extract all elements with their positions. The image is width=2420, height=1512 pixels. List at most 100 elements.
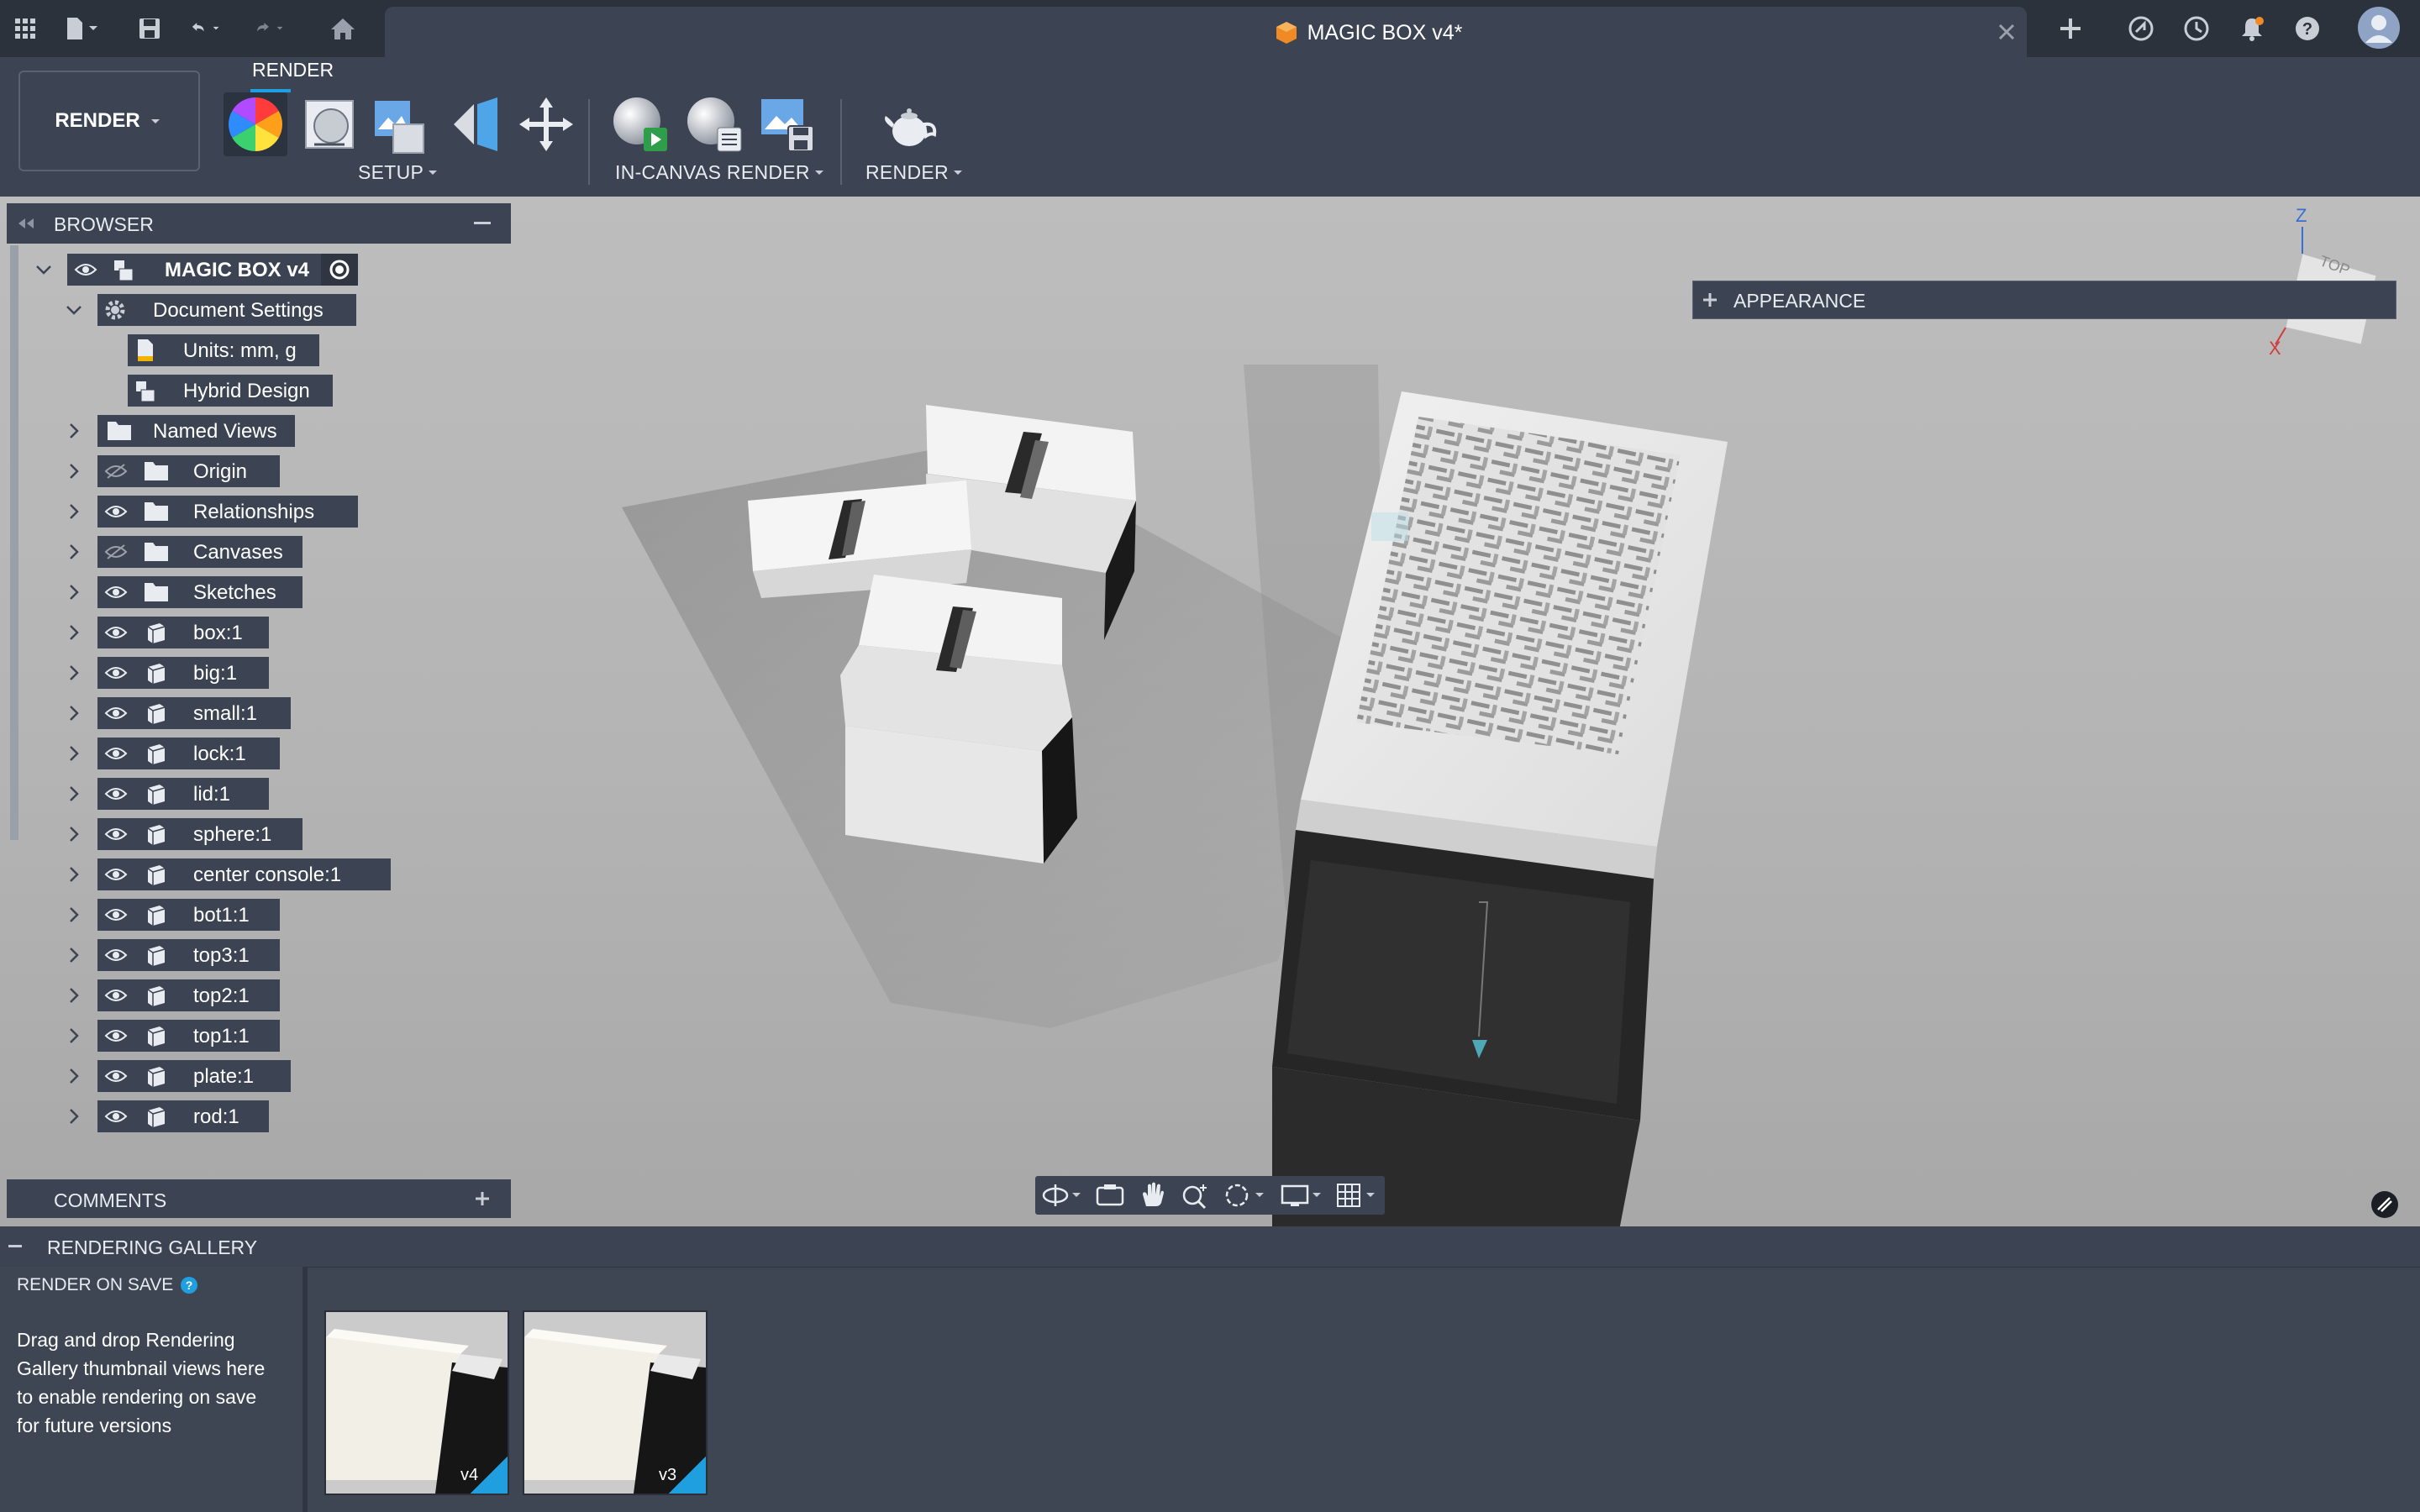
eye-icon[interactable] (104, 866, 128, 883)
collapse-panel-icon[interactable] (17, 217, 35, 230)
document-tab[interactable]: MAGIC BOX v4* (385, 7, 2027, 57)
notifications-icon[interactable] (2235, 12, 2269, 45)
display-settings-button[interactable] (1279, 1181, 1328, 1210)
grid-settings-button[interactable] (1334, 1181, 1383, 1210)
eye-icon[interactable] (104, 826, 128, 843)
activate-radio[interactable] (321, 254, 358, 286)
in-canvas-render-settings-button[interactable] (684, 94, 744, 155)
chevron-right-icon[interactable] (64, 1106, 84, 1126)
eye-icon[interactable] (104, 785, 128, 802)
decal-button[interactable] (445, 94, 506, 155)
browser-item-top2-1[interactable]: top2:1 (64, 979, 383, 1011)
render-button[interactable] (881, 99, 941, 153)
chevron-right-icon[interactable] (64, 945, 84, 965)
eye-icon[interactable] (104, 745, 128, 762)
eye-icon[interactable] (104, 906, 128, 923)
chevron-right-icon[interactable] (64, 1066, 84, 1086)
undo-icon[interactable] (190, 12, 224, 45)
browser-item-small-1[interactable]: small:1 (64, 697, 383, 729)
chevron-right-icon[interactable] (64, 905, 84, 925)
browser-item-named-views[interactable]: Named Views (64, 415, 383, 447)
browser-item-canvases[interactable]: Canvases (64, 536, 383, 568)
browser-item-top3-1[interactable]: top3:1 (64, 939, 383, 971)
eye-icon[interactable] (104, 503, 128, 520)
file-icon[interactable] (64, 12, 97, 45)
browser-item-bot1-1[interactable]: bot1:1 (64, 899, 383, 931)
chevron-right-icon[interactable] (64, 421, 84, 441)
comments-panel[interactable]: COMMENTS (7, 1179, 511, 1218)
eye-icon[interactable] (104, 1027, 128, 1044)
workspace-switcher[interactable]: RENDER (18, 71, 200, 171)
apps-grid-icon[interactable] (8, 12, 42, 45)
help-icon[interactable]: ? (2291, 12, 2324, 45)
browser-item-sphere-1[interactable]: sphere:1 (64, 818, 383, 850)
info-icon[interactable]: ? (180, 1276, 198, 1294)
chevron-right-icon[interactable] (64, 461, 84, 481)
browser-scrollbar[interactable] (10, 245, 18, 840)
document-settings-row[interactable]: Document Settings (64, 294, 366, 326)
look-at-button[interactable] (1094, 1181, 1126, 1210)
minimize-icon[interactable] (474, 222, 492, 227)
save-icon[interactable] (133, 12, 166, 45)
chevron-right-icon[interactable] (64, 663, 84, 683)
browser-item-box-1[interactable]: box:1 (64, 617, 383, 648)
chevron-right-icon[interactable] (64, 622, 84, 643)
browser-item-big-1[interactable]: big:1 (64, 657, 383, 689)
render-group-button[interactable]: RENDER (865, 161, 964, 184)
chevron-right-icon[interactable] (64, 1026, 84, 1046)
chevron-right-icon[interactable] (64, 985, 84, 1005)
chevron-right-icon[interactable] (64, 864, 84, 885)
orbit-button[interactable] (1040, 1181, 1087, 1210)
eye-icon[interactable] (104, 584, 128, 601)
appearance-button[interactable] (224, 92, 287, 156)
eye-icon[interactable] (104, 1068, 128, 1084)
units-row[interactable]: Units: mm, g (128, 334, 329, 366)
redo-icon[interactable] (254, 12, 287, 45)
gallery-thumbnail-v3[interactable]: v3 (523, 1310, 708, 1495)
extensions-icon[interactable] (2124, 12, 2158, 45)
hybrid-design-row[interactable]: Hybrid Design (128, 375, 338, 407)
add-comment-icon[interactable] (474, 1190, 491, 1207)
browser-item-lid-1[interactable]: lid:1 (64, 778, 383, 810)
home-icon[interactable] (326, 12, 360, 45)
browser-item-sketches[interactable]: Sketches (64, 576, 383, 608)
gallery-thumbnail-v4[interactable]: v4 (324, 1310, 509, 1495)
browser-item-center-console-1[interactable]: center console:1 (64, 858, 391, 890)
scene-settings-button[interactable] (299, 94, 360, 155)
eye-icon[interactable] (104, 624, 128, 641)
appearance-panel[interactable]: APPEARANCE (1692, 281, 2396, 319)
in-canvas-render-group-button[interactable]: IN-CANVAS RENDER (615, 161, 825, 184)
texture-map-button[interactable] (370, 96, 430, 156)
browser-item-origin[interactable]: Origin (64, 455, 383, 487)
browser-item-rod-1[interactable]: rod:1 (64, 1100, 383, 1132)
chevron-right-icon[interactable] (64, 784, 84, 804)
fit-button[interactable] (1222, 1181, 1270, 1210)
eye-icon[interactable] (104, 664, 128, 681)
chevron-right-icon[interactable] (64, 501, 84, 522)
chevron-right-icon[interactable] (64, 743, 84, 764)
eye-hidden-icon[interactable] (104, 543, 128, 560)
viewport-settings-button[interactable] (2370, 1189, 2400, 1220)
job-status-icon[interactable] (2180, 12, 2213, 45)
user-avatar[interactable] (2356, 5, 2402, 50)
chevron-right-icon[interactable] (64, 824, 84, 844)
eye-icon[interactable] (104, 987, 128, 1004)
eye-icon[interactable] (104, 1108, 128, 1125)
pan-button[interactable] (1138, 1181, 1170, 1210)
browser-item-relationships[interactable]: Relationships (64, 496, 383, 528)
eye-icon[interactable] (104, 705, 128, 722)
eye-hidden-icon[interactable] (104, 463, 128, 480)
new-tab-icon[interactable] (2054, 12, 2087, 45)
expand-plus-icon[interactable] (1702, 291, 1718, 308)
eye-icon[interactable] (104, 947, 128, 963)
browser-item-top1-1[interactable]: top1:1 (64, 1020, 383, 1052)
close-tab-icon[interactable] (1995, 20, 2018, 44)
zoom-button[interactable] (1180, 1181, 1212, 1210)
chevron-right-icon[interactable] (64, 582, 84, 602)
eye-icon[interactable] (74, 261, 97, 278)
capture-image-button[interactable] (756, 94, 817, 155)
move-button[interactable] (516, 94, 576, 155)
browser-item-plate-1[interactable]: plate:1 (64, 1060, 383, 1092)
toolbar-tab-render[interactable]: RENDER (252, 59, 334, 81)
chevron-right-icon[interactable] (64, 542, 84, 562)
